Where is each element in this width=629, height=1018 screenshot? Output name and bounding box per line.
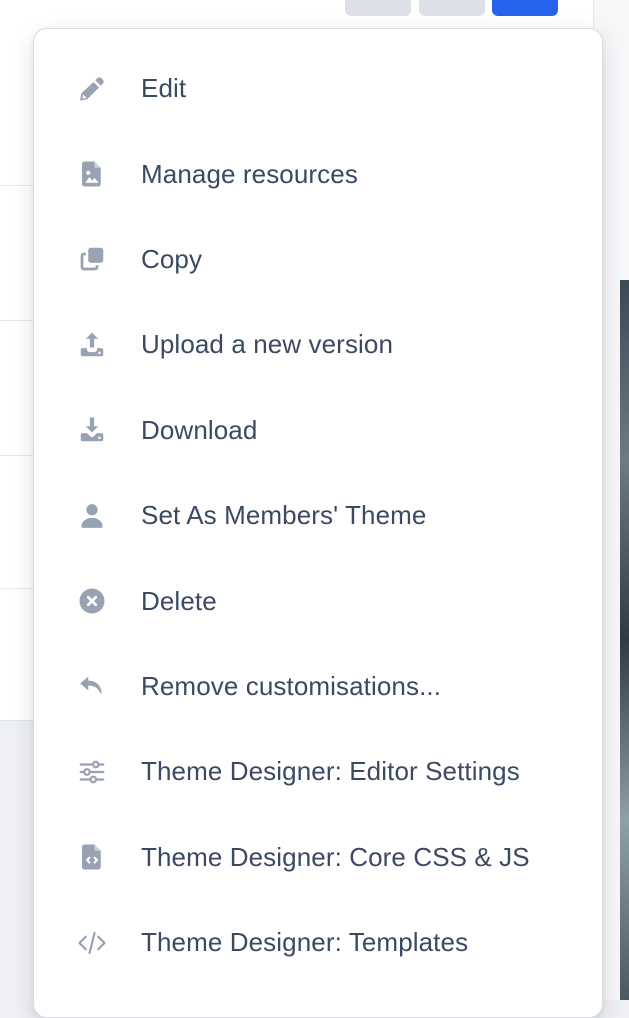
close-circle-icon — [76, 585, 108, 617]
background-photo — [620, 280, 629, 1000]
code-icon — [76, 927, 108, 959]
menu-item-editor-settings[interactable]: Theme Designer: Editor Settings — [34, 729, 602, 814]
menu-item-remove-customisations[interactable]: Remove customisations... — [34, 644, 602, 729]
menu-item-label: Set As Members' Theme — [141, 500, 427, 531]
menu-item-upload-new-version[interactable]: Upload a new version — [34, 302, 602, 387]
menu-item-manage-resources[interactable]: Manage resources — [34, 131, 602, 216]
copy-icon — [76, 243, 108, 275]
menu-item-set-members-theme[interactable]: Set As Members' Theme — [34, 473, 602, 558]
menu-item-label: Edit — [141, 73, 187, 104]
download-icon — [76, 414, 108, 446]
toolbar-button[interactable] — [345, 0, 411, 16]
image-file-icon — [76, 158, 108, 190]
toolbar-primary-button[interactable] — [492, 0, 558, 16]
actions-dropdown-menu: Edit Manage resources Copy Upload a new … — [33, 28, 603, 1018]
menu-item-edit[interactable]: Edit — [34, 46, 602, 131]
code-file-icon — [76, 841, 108, 873]
menu-item-label: Theme Designer: Templates — [141, 927, 469, 958]
toolbar-button[interactable] — [419, 0, 485, 16]
menu-item-templates[interactable]: Theme Designer: Templates — [34, 900, 602, 985]
menu-item-label: Remove customisations... — [141, 670, 442, 701]
menu-item-download[interactable]: Download — [34, 388, 602, 473]
menu-item-core-css-js[interactable]: Theme Designer: Core CSS & JS — [34, 815, 602, 900]
menu-item-copy[interactable]: Copy — [34, 217, 602, 302]
sliders-icon — [76, 756, 108, 788]
undo-icon — [76, 670, 108, 702]
menu-item-label: Upload a new version — [141, 329, 394, 360]
menu-item-label: Theme Designer: Core CSS & JS — [141, 841, 530, 872]
menu-item-label: Theme Designer: Editor Settings — [141, 756, 520, 787]
menu-item-label: Copy — [141, 243, 203, 274]
menu-item-label: Manage resources — [141, 158, 358, 189]
pencil-icon — [76, 73, 108, 105]
user-icon — [76, 500, 108, 532]
menu-item-label: Delete — [141, 585, 217, 616]
upload-icon — [76, 329, 108, 361]
menu-item-delete[interactable]: Delete — [34, 558, 602, 643]
menu-item-label: Download — [141, 414, 258, 445]
